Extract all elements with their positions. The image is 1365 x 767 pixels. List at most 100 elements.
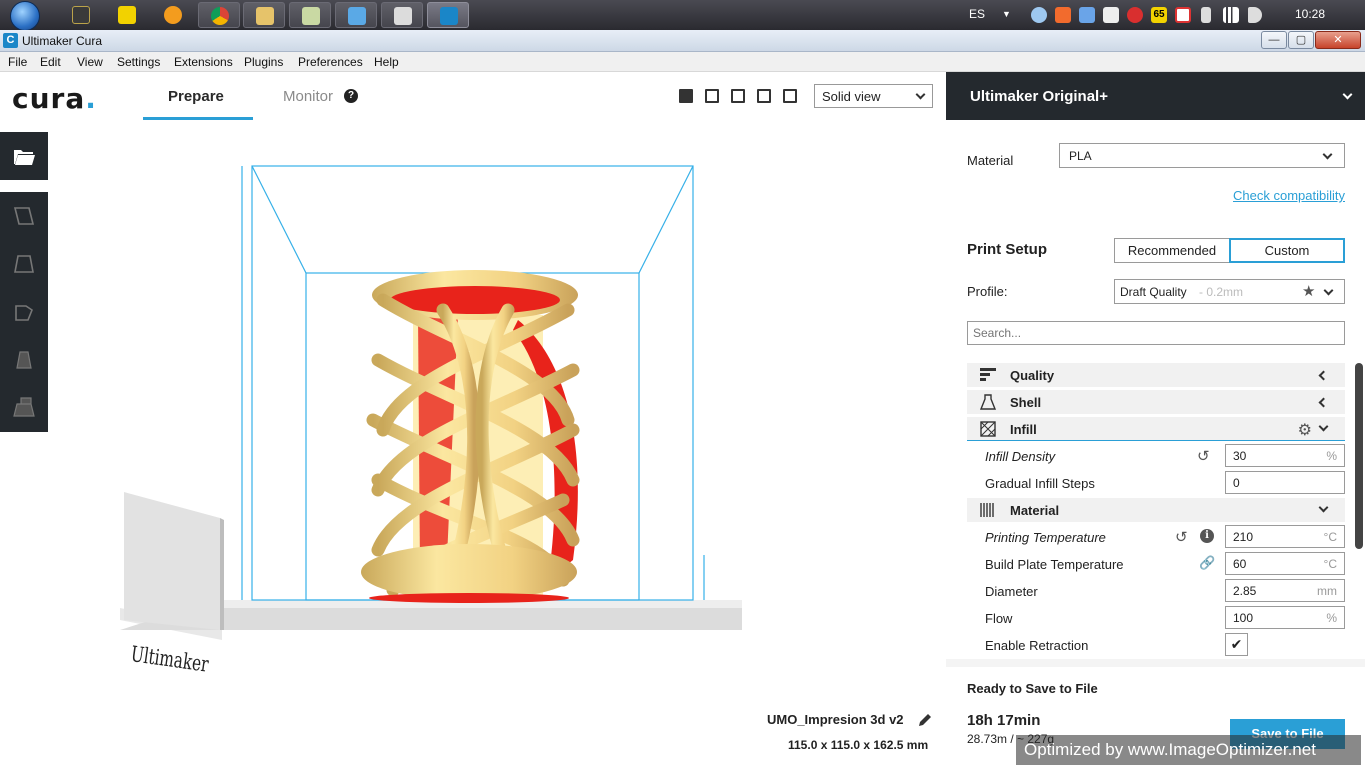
category-quality[interactable]: Quality	[967, 363, 1345, 387]
taskbar-app-2[interactable]	[106, 2, 148, 28]
menu-plugins[interactable]: Plugins	[244, 55, 283, 69]
menu-edit[interactable]: Edit	[40, 55, 61, 69]
tray-app-icon[interactable]	[1055, 7, 1071, 23]
profile-label: Profile:	[967, 284, 1008, 299]
help-icon[interactable]: ?	[344, 89, 358, 103]
taskbar-chrome[interactable]	[198, 2, 240, 28]
menu-help[interactable]: Help	[374, 55, 399, 69]
battery-icon[interactable]	[1201, 7, 1211, 23]
cura-header: cura. Prepare Monitor ? Solid view	[0, 72, 946, 120]
setting-unit: %	[1326, 449, 1337, 463]
per-model-settings-icon[interactable]	[12, 396, 36, 420]
setting-label: Printing Temperature	[985, 530, 1106, 545]
menu-settings[interactable]: Settings	[117, 55, 160, 69]
pencil-icon[interactable]	[917, 712, 933, 728]
open-file-button[interactable]	[0, 132, 48, 180]
category-material[interactable]: Material	[967, 498, 1345, 522]
check-compatibility-link[interactable]: Check compatibility	[1233, 188, 1345, 203]
chevron-down-icon	[1342, 89, 1353, 100]
folder-open-icon	[14, 150, 35, 165]
flow-input[interactable]: 100 %	[1225, 606, 1345, 629]
chevron-down-icon[interactable]: ▼	[1002, 9, 1011, 19]
taskbar-app-1[interactable]	[60, 2, 102, 28]
window-title: Ultimaker Cura	[22, 34, 103, 48]
menu-view[interactable]: View	[77, 55, 103, 69]
tab-monitor[interactable]: Monitor	[283, 88, 333, 105]
close-button[interactable]: ✕	[1315, 31, 1361, 49]
view-top-icon[interactable]	[731, 89, 745, 103]
profile-select[interactable]: Draft Quality - 0.2mm ★	[1114, 279, 1345, 304]
tray-badge-icon[interactable]: 65	[1151, 7, 1167, 23]
gear-icon[interactable]: ⚙	[1298, 420, 1312, 440]
app-icon	[394, 7, 412, 25]
onedrive-icon[interactable]	[1103, 7, 1119, 23]
language-indicator[interactable]: ES	[969, 7, 985, 21]
reset-icon[interactable]: ↺	[1175, 528, 1188, 546]
print-setup-title: Print Setup	[967, 241, 1048, 258]
taskbar-explorer[interactable]	[243, 2, 285, 28]
start-button[interactable]	[4, 0, 46, 31]
menu-preferences[interactable]: Preferences	[298, 55, 363, 69]
rotate-tool-icon[interactable]	[12, 300, 36, 324]
profile-name: Draft Quality	[1120, 285, 1187, 299]
settings-search-input[interactable]	[967, 321, 1345, 345]
dropbox-icon[interactable]	[1079, 7, 1095, 23]
scale-tool-icon[interactable]	[12, 252, 36, 276]
info-icon[interactable]: i	[1200, 529, 1214, 543]
printer-name: Ultimaker Original+	[970, 88, 1108, 105]
signal-icon[interactable]	[1223, 7, 1239, 23]
retraction-checkbox[interactable]: ✔	[1225, 633, 1248, 656]
taskbar-app-7[interactable]	[335, 2, 377, 28]
mirror-tool-icon[interactable]	[12, 348, 36, 372]
printed-model[interactable]	[361, 270, 580, 603]
view-3d-icon[interactable]	[679, 89, 693, 103]
view-left-icon[interactable]	[757, 89, 771, 103]
view-mode-select[interactable]: Solid view	[814, 84, 933, 108]
link-icon[interactable]: 🔗	[1199, 555, 1215, 571]
menu-extensions[interactable]: Extensions	[174, 55, 233, 69]
folder-icon	[256, 7, 274, 25]
cloud-icon[interactable]	[1031, 7, 1047, 23]
view-right-icon[interactable]	[783, 89, 797, 103]
category-shell[interactable]: Shell	[967, 390, 1345, 414]
minimize-button[interactable]: —	[1261, 31, 1287, 49]
recommended-mode-button[interactable]: Recommended	[1114, 238, 1230, 263]
material-icon	[980, 503, 994, 517]
infill-icon	[980, 421, 996, 437]
menu-file[interactable]: File	[8, 55, 27, 69]
cura-app-icon: C	[3, 33, 18, 48]
settings-scrollbar[interactable]	[1355, 363, 1363, 549]
translate-tool-icon[interactable]	[12, 204, 36, 228]
taskbar-cura[interactable]	[427, 2, 469, 28]
flag-icon[interactable]	[1175, 7, 1191, 23]
diameter-input[interactable]: 2.85 mm	[1225, 579, 1345, 602]
gradual-infill-input[interactable]: 0	[1225, 471, 1345, 494]
media-player-icon	[164, 6, 182, 24]
tab-prepare[interactable]: Prepare	[168, 88, 224, 105]
3d-viewport[interactable]: Ultimaker	[48, 120, 946, 767]
object-name: UMO_Impresion 3d v2	[767, 712, 904, 727]
setting-value: 210	[1233, 530, 1254, 544]
category-infill[interactable]: Infill ⚙	[967, 417, 1345, 441]
printer-selector[interactable]: Ultimaker Original+	[946, 72, 1365, 120]
bed-temp-input[interactable]: 60 °C	[1225, 552, 1345, 575]
maximize-button[interactable]: ▢	[1288, 31, 1314, 49]
category-label: Quality	[1010, 368, 1055, 383]
reset-icon[interactable]: ↺	[1197, 447, 1210, 465]
taskbar-app-3[interactable]	[152, 2, 194, 28]
bottom-ring-shadow	[369, 593, 569, 603]
object-dimensions: 115.0 x 115.0 x 162.5 mm	[788, 738, 929, 752]
taskbar-app-6[interactable]	[289, 2, 331, 28]
bottom-ring	[361, 544, 577, 600]
material-select[interactable]: PLA	[1059, 143, 1345, 168]
custom-mode-button[interactable]: Custom	[1229, 238, 1345, 263]
taskbar-app-8[interactable]	[381, 2, 423, 28]
volume-icon[interactable]	[1248, 7, 1262, 23]
infill-density-input[interactable]: 30 %	[1225, 444, 1345, 467]
print-temp-input[interactable]: 210 °C	[1225, 525, 1345, 548]
mail-icon[interactable]	[1127, 7, 1143, 23]
clock[interactable]: 10:28	[1295, 7, 1325, 21]
view-front-icon[interactable]	[705, 89, 719, 103]
star-icon[interactable]: ★	[1302, 282, 1315, 300]
settings-sidebar: Ultimaker Original+ Material PLA Check c…	[946, 72, 1365, 767]
